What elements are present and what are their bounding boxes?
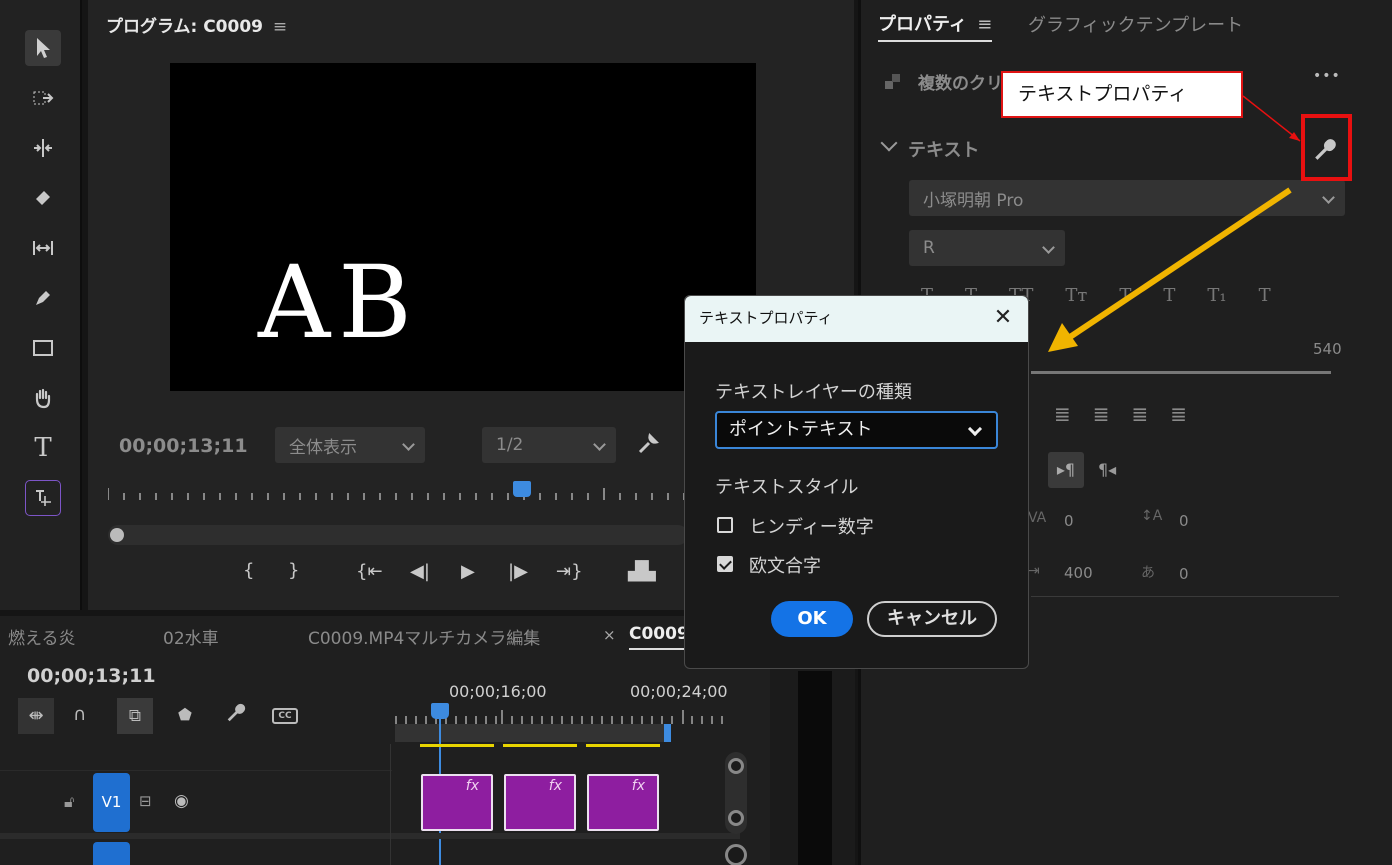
yellow-arrow-shaft bbox=[1068, 187, 1292, 340]
callout-pointer-line bbox=[1242, 95, 1301, 142]
annotation-arrows bbox=[1048, 95, 1301, 352]
